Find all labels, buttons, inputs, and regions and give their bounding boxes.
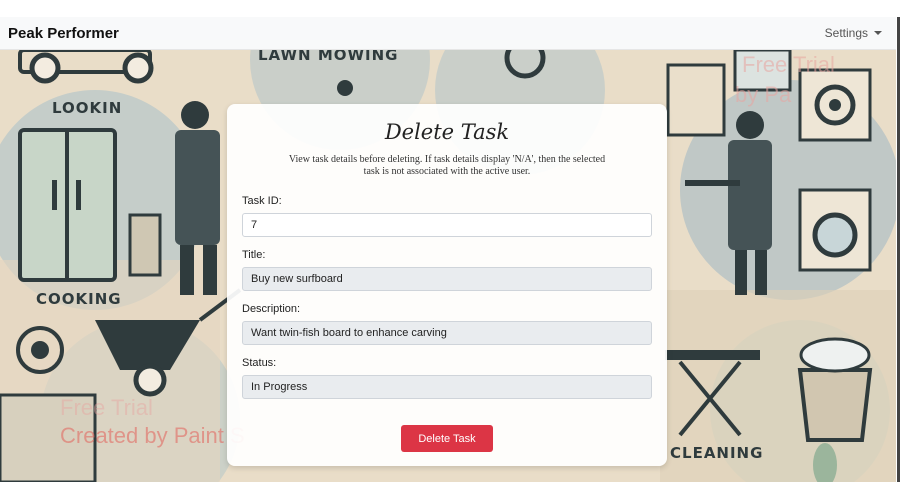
cleaning-label: CLEANING [670, 444, 763, 462]
task-id-input[interactable]: 7 [242, 213, 652, 237]
watermark-bottom-1: Free Trial [60, 395, 153, 420]
watermark-top-2: by Pa [735, 82, 792, 107]
delete-task-card: Delete Task View task details before del… [227, 104, 667, 466]
description-label: Description: [242, 303, 301, 315]
navbar: Peak Performer Settings [0, 17, 896, 50]
title-field: Buy new surfboard [242, 267, 652, 291]
brand-logo[interactable]: Peak Performer [8, 25, 119, 42]
lawn-mowing-label: LAWN MOWING [258, 50, 399, 64]
settings-dropdown[interactable]: Settings [825, 26, 882, 40]
watermark-bottom-2: Created by Paint S [60, 423, 245, 448]
title-label: Title: [242, 249, 266, 261]
task-id-label: Task ID: [242, 195, 282, 207]
looking-label: LOOKIN [52, 99, 122, 117]
status-field: In Progress [242, 375, 652, 399]
caret-down-icon [874, 31, 882, 35]
settings-label: Settings [824, 26, 868, 40]
cooking-label: COOKING [36, 290, 122, 308]
description-field: Want twin-fish board to enhance carving [242, 321, 652, 345]
page-title: Delete Task [384, 120, 510, 144]
watermark-top-1: Free Trial [742, 52, 835, 77]
page-description: View task details before deleting. If ta… [288, 154, 606, 177]
delete-task-button[interactable]: Delete Task [401, 425, 493, 452]
status-label: Status: [242, 357, 277, 369]
